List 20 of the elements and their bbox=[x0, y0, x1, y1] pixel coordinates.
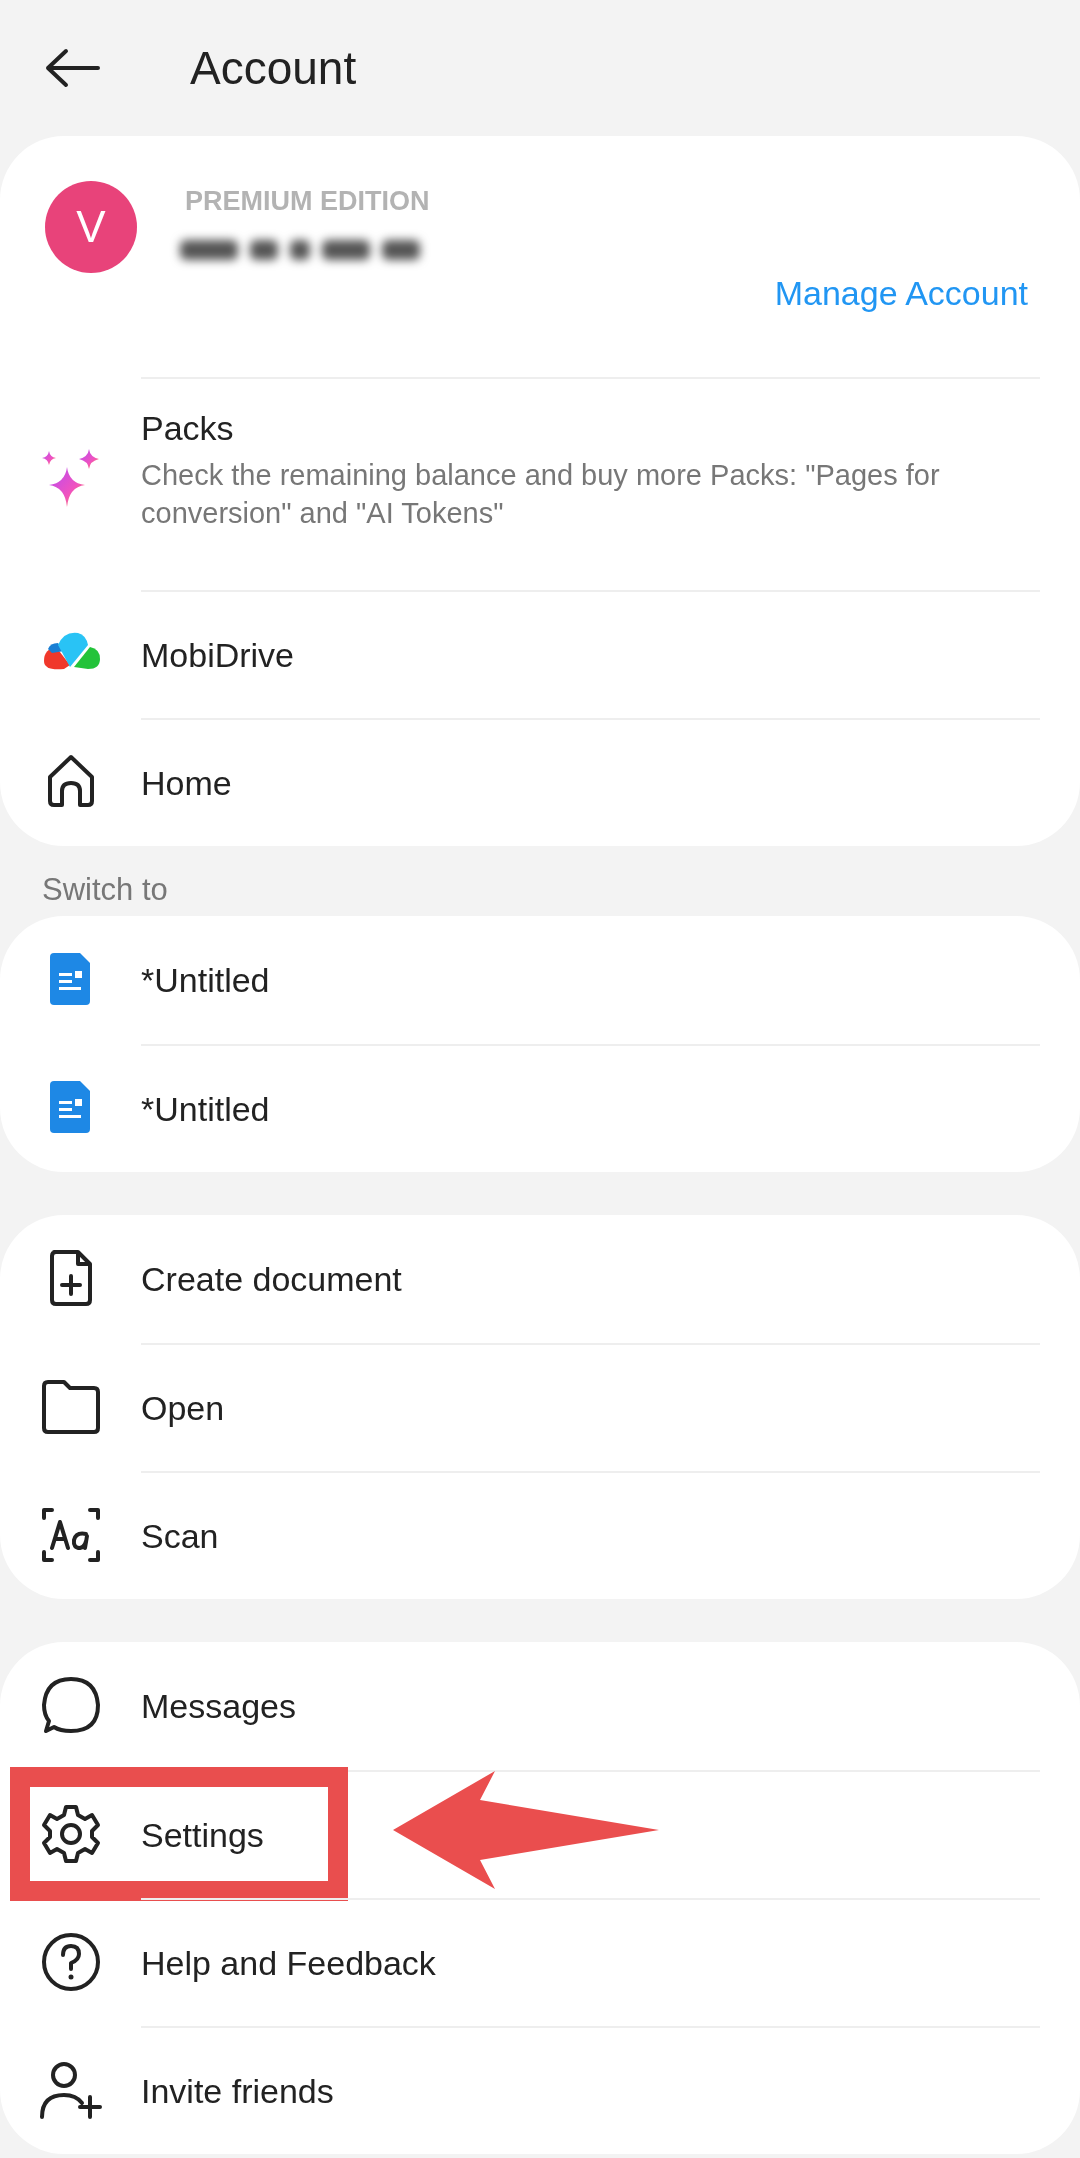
menu-item[interactable]: Packs Check the remaining balance and buy more Packs: "Pages for conversion" and "AI Tokens" bbox=[0, 377, 1080, 590]
menu-item[interactable]: Home bbox=[0, 718, 1080, 846]
settings-icon bbox=[39, 1803, 102, 1865]
section-heading: Switch to bbox=[41, 871, 169, 909]
menu-item[interactable]: Open bbox=[0, 1343, 1080, 1471]
menu-item[interactable]: Messages bbox=[0, 1642, 1080, 1770]
menu-item[interactable]: *Untitled bbox=[0, 916, 1080, 1044]
back-icon[interactable] bbox=[44, 48, 102, 88]
avatar: V bbox=[45, 181, 137, 273]
edition-label: PREMIUM EDITION bbox=[185, 186, 430, 217]
menu-item[interactable]: Settings bbox=[0, 1770, 1080, 1898]
menu-item[interactable]: Create document bbox=[0, 1215, 1080, 1343]
help-icon bbox=[39, 1931, 102, 1993]
menu-item[interactable]: Scan bbox=[0, 1471, 1080, 1599]
menu-item[interactable]: *Untitled bbox=[0, 1044, 1080, 1172]
menu-item[interactable]: Invite friends bbox=[0, 2026, 1080, 2154]
menu-item[interactable]: MobiDrive bbox=[0, 590, 1080, 718]
menu-item[interactable]: Help and Feedback bbox=[0, 1898, 1080, 2026]
page-title: Account bbox=[190, 41, 357, 95]
add-person-icon bbox=[37, 2059, 104, 2121]
